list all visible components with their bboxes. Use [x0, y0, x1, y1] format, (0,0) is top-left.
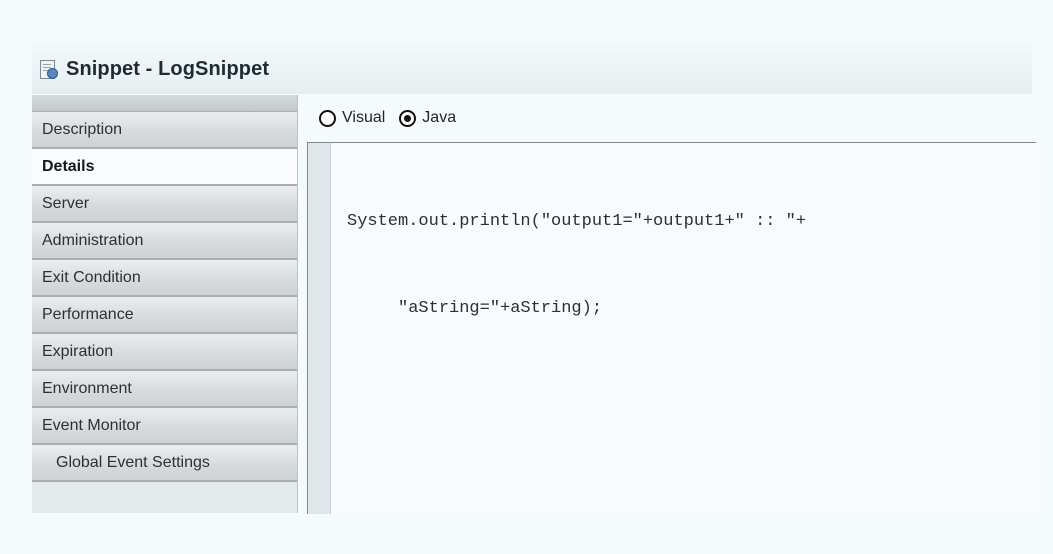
java-radio-label: Java — [422, 109, 457, 126]
code-line: "aString="+aString); — [347, 299, 603, 318]
editor-title-bar: Snippet - LogSnippet — [32, 44, 1032, 94]
sidebar-header — [32, 95, 297, 112]
code-line: System.out.println("output1="+output1+" … — [347, 212, 807, 231]
sidebar-item-label: Description — [42, 120, 123, 138]
properties-sidebar: Description Details Server Administratio… — [32, 95, 298, 513]
sidebar-item-performance[interactable]: Performance — [32, 297, 297, 334]
sidebar-item-description[interactable]: Description — [32, 112, 297, 149]
visual-radio[interactable]: Visual — [319, 109, 385, 127]
sidebar-item-exit-condition[interactable]: Exit Condition — [32, 260, 297, 297]
details-panel: Visual Java System.out.println("output1=… — [307, 98, 1036, 514]
sidebar-item-label: Environment — [42, 379, 132, 397]
sidebar-item-server[interactable]: Server — [32, 186, 297, 223]
editor-title: Snippet - LogSnippet — [66, 57, 270, 80]
snippet-icon — [38, 58, 58, 80]
radio-unchecked-icon — [319, 109, 336, 127]
java-radio[interactable]: Java — [399, 109, 456, 127]
visual-radio-label: Visual — [342, 109, 386, 126]
sidebar-item-label: Expiration — [42, 342, 114, 360]
java-code-editor[interactable]: System.out.println("output1="+output1+" … — [307, 142, 1036, 514]
sidebar-item-label: Exit Condition — [42, 268, 141, 286]
implementation-type-group: Visual Java — [307, 98, 1035, 138]
sidebar-item-label: Performance — [42, 305, 134, 323]
sidebar-item-global-event-settings[interactable]: Global Event Settings — [32, 445, 297, 482]
sidebar-item-label: Administration — [42, 231, 144, 249]
sidebar-item-label: Global Event Settings — [56, 453, 210, 471]
radio-checked-icon — [399, 109, 417, 127]
sidebar-item-details[interactable]: Details — [32, 149, 297, 186]
sidebar-item-label: Server — [42, 194, 90, 212]
editor-gutter — [308, 143, 331, 514]
sidebar-item-administration[interactable]: Administration — [32, 223, 297, 260]
sidebar-item-label: Details — [42, 157, 95, 175]
sidebar-item-event-monitor[interactable]: Event Monitor — [32, 408, 297, 445]
sidebar-item-environment[interactable]: Environment — [32, 371, 297, 408]
sidebar-item-label: Event Monitor — [42, 416, 141, 434]
sidebar-item-expiration[interactable]: Expiration — [32, 334, 297, 371]
code-text[interactable]: System.out.println("output1="+output1+" … — [347, 143, 806, 514]
